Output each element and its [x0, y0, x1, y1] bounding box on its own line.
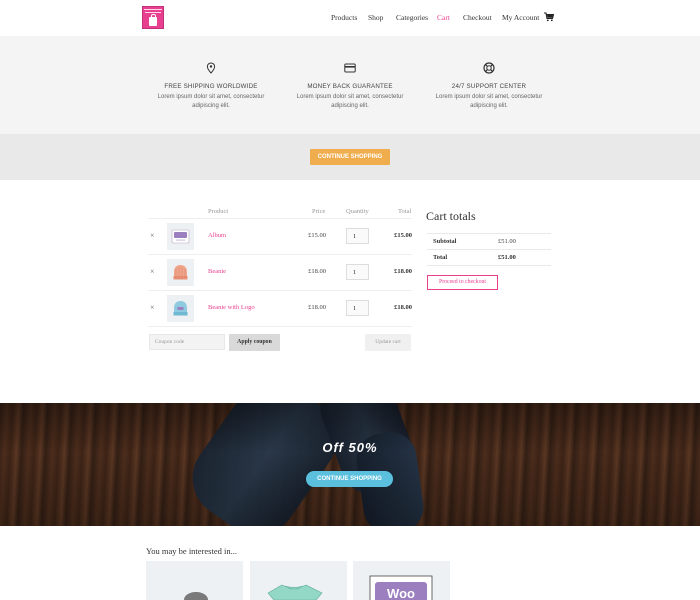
item-price: £15.00 — [308, 232, 326, 239]
totals-divider — [427, 233, 551, 234]
site-header: Products Shop Categories Cart Checkout M… — [0, 0, 700, 37]
apply-coupon-button[interactable]: Apply coupon — [229, 334, 280, 351]
item-price: £18.00 — [308, 268, 326, 275]
nav-my-account[interactable]: My Account — [502, 13, 539, 22]
logo-text-line — [144, 9, 162, 10]
item-total: £18.00 — [394, 304, 412, 311]
beanie-thumbnail[interactable] — [167, 259, 194, 286]
features-band: FREE SHIPPING WORLDWIDE Lorem ipsum dolo… — [0, 36, 700, 134]
poster-thumbnail: Woo — [369, 575, 433, 600]
product-link-beanie[interactable]: Beanie — [208, 268, 226, 275]
album-thumbnail[interactable] — [167, 223, 194, 250]
column-header-price: Price — [312, 208, 326, 215]
table-divider — [148, 326, 412, 327]
subtotal-label: Subtotal — [433, 238, 457, 245]
nav-shop[interactable]: Shop — [368, 13, 383, 22]
remove-item-button[interactable]: × — [150, 303, 155, 312]
feature-text: Lorem ipsum dolor sit amet, consectetur — [435, 94, 543, 100]
continue-shopping-band: CONTINUE SHOPPING — [0, 134, 700, 180]
feature-shipping: FREE SHIPPING WORLDWIDE Lorem ipsum dolo… — [131, 62, 291, 111]
item-price: £18.00 — [308, 304, 326, 311]
continue-shopping-button[interactable]: CONTINUE SHOPPING — [310, 149, 390, 165]
logo-text-line — [145, 12, 161, 13]
item-total: £18.00 — [394, 268, 412, 275]
credit-card-icon — [344, 63, 356, 73]
beanie-icon — [173, 265, 188, 280]
poster-woo-text: Woo — [387, 586, 415, 600]
promo-continue-shopping-button[interactable]: CONTINUE SHOPPING — [306, 471, 393, 487]
lifebuoy-icon — [483, 62, 495, 74]
promo-banner — [0, 403, 700, 526]
location-pin-icon — [206, 62, 216, 74]
album-icon — [171, 229, 190, 244]
remove-item-button[interactable]: × — [150, 267, 155, 276]
cart-totals-title: Cart totals — [426, 209, 476, 223]
cross-sells-title: You may be interested in... — [146, 546, 237, 556]
quantity-input[interactable]: 1 — [346, 228, 369, 244]
feature-support: 24/7 SUPPORT CENTER Lorem ipsum dolor si… — [409, 62, 569, 111]
shopping-bag-icon — [149, 14, 157, 26]
banner-overlay — [0, 403, 700, 526]
total-value: £51.00 — [498, 254, 516, 261]
table-divider — [148, 290, 412, 291]
product-link-beanie-with-logo[interactable]: Beanie with Logo — [208, 304, 255, 311]
feature-title: MONEY BACK GUARANTEE — [307, 83, 393, 90]
quantity-input[interactable]: 1 — [346, 300, 369, 316]
feature-text: Lorem ipsum dolor sit amet, consectetur — [157, 94, 265, 100]
table-divider — [148, 218, 412, 219]
beanie-with-logo-icon — [173, 301, 188, 316]
column-header-product: Product — [208, 208, 229, 215]
feature-text: adipiscing elit. — [331, 103, 369, 109]
store-logo[interactable] — [142, 6, 164, 29]
update-cart-button[interactable]: Update cart — [365, 334, 411, 351]
nav-products[interactable]: Products — [331, 13, 357, 22]
cap-thumbnail — [184, 592, 208, 600]
nav-categories[interactable]: Categories — [396, 13, 428, 22]
coupon-code-input[interactable]: Coupon code — [149, 334, 225, 350]
column-header-quantity: Quantity — [346, 208, 369, 215]
totals-divider — [427, 265, 551, 266]
promo-title: Off 50% — [322, 440, 378, 455]
feature-title: 24/7 SUPPORT CENTER — [451, 83, 527, 90]
feature-text: Lorem ipsum dolor sit amet, consectetur — [296, 94, 404, 100]
proceed-to-checkout-button[interactable]: Proceed to checkout — [427, 275, 498, 290]
column-header-total: Total — [398, 208, 412, 215]
feature-guarantee: MONEY BACK GUARANTEE Lorem ipsum dolor s… — [270, 62, 430, 111]
tshirt-thumbnail — [267, 584, 323, 600]
feature-text: adipiscing elit. — [192, 103, 230, 109]
subtotal-value: £51.00 — [498, 238, 516, 245]
totals-divider — [427, 249, 551, 250]
cart-icon[interactable] — [544, 12, 554, 22]
beanie-logo-thumbnail[interactable] — [167, 295, 194, 322]
feature-text: adipiscing elit. — [470, 103, 508, 109]
feature-title: FREE SHIPPING WORLDWIDE — [164, 83, 258, 90]
cross-sell-card-cap[interactable] — [146, 561, 243, 600]
cross-sell-card-tshirt[interactable] — [250, 561, 347, 600]
nav-checkout[interactable]: Checkout — [463, 13, 492, 22]
nav-cart[interactable]: Cart — [437, 13, 450, 22]
item-total: £15.00 — [394, 232, 412, 239]
product-link-album[interactable]: Album — [208, 232, 226, 239]
table-divider — [148, 254, 412, 255]
quantity-input[interactable]: 1 — [346, 264, 369, 280]
remove-item-button[interactable]: × — [150, 231, 155, 240]
cross-sell-card-poster[interactable]: Woo — [353, 561, 450, 600]
total-label: Total — [433, 254, 448, 261]
